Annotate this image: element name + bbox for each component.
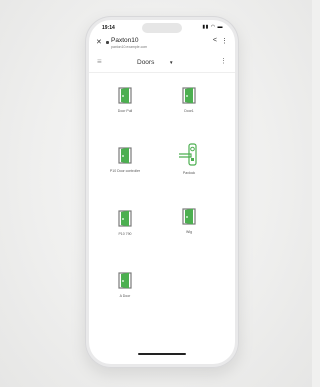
door-icon	[118, 272, 132, 289]
door-tile[interactable]: Wlg	[161, 208, 217, 242]
doors-dropdown[interactable]: Doors	[137, 59, 154, 66]
door-tile[interactable]: A Door	[97, 272, 153, 306]
door-label: Door Pull	[117, 109, 133, 113]
door-icon	[182, 208, 196, 225]
dynamic-island	[142, 23, 182, 33]
hamburger-menu-icon[interactable]: ≡	[97, 57, 102, 66]
door-label: P10 Door controller	[109, 169, 141, 173]
door-tile[interactable]: P10 790	[97, 210, 153, 244]
status-icons: ▮▮ ◠ ▬	[202, 24, 223, 30]
share-icon[interactable]: <	[213, 37, 217, 44]
lock-icon	[106, 41, 109, 44]
browser-bar: ✕ Paxton10 paxton10.example.com < ⋮	[89, 34, 235, 54]
status-bar: 19:14 ▮▮ ◠ ▬	[89, 20, 235, 34]
home-indicator[interactable]	[138, 353, 186, 355]
door-tile[interactable]: Door Pull	[97, 87, 153, 121]
paxlock-icon	[179, 143, 197, 166]
more-vert-icon[interactable]: ⋮	[221, 37, 228, 45]
page-url: paxton10.example.com	[111, 45, 148, 49]
door-label: Wlg	[185, 230, 193, 234]
close-icon[interactable]: ✕	[96, 38, 102, 46]
door-icon	[118, 147, 132, 164]
door-icon	[182, 87, 196, 104]
door-icon	[118, 87, 132, 104]
door-tile[interactable]: P10 Door controller	[97, 147, 153, 181]
status-time: 19:14	[102, 25, 115, 31]
phone-screen: 19:14 ▮▮ ◠ ▬ ✕ Paxton10 paxton10.example…	[89, 20, 235, 364]
app-toolbar: ≡ Doors ▼ ⋮	[89, 56, 235, 73]
door-label: P10 790	[118, 232, 132, 236]
door-label: A Door	[119, 294, 131, 298]
door-label: Door1	[184, 109, 194, 113]
phone-frame: 19:14 ▮▮ ◠ ▬ ✕ Paxton10 paxton10.example…	[85, 16, 239, 368]
door-icon	[118, 210, 132, 227]
toolbar-more-icon[interactable]: ⋮	[220, 57, 227, 65]
door-tile[interactable]: Door1	[161, 87, 217, 121]
door-tile[interactable]: Paxlock	[161, 143, 217, 177]
chevron-down-icon[interactable]: ▼	[169, 60, 173, 65]
page-title: Paxton10	[111, 37, 139, 44]
door-label: Paxlock	[182, 171, 196, 175]
